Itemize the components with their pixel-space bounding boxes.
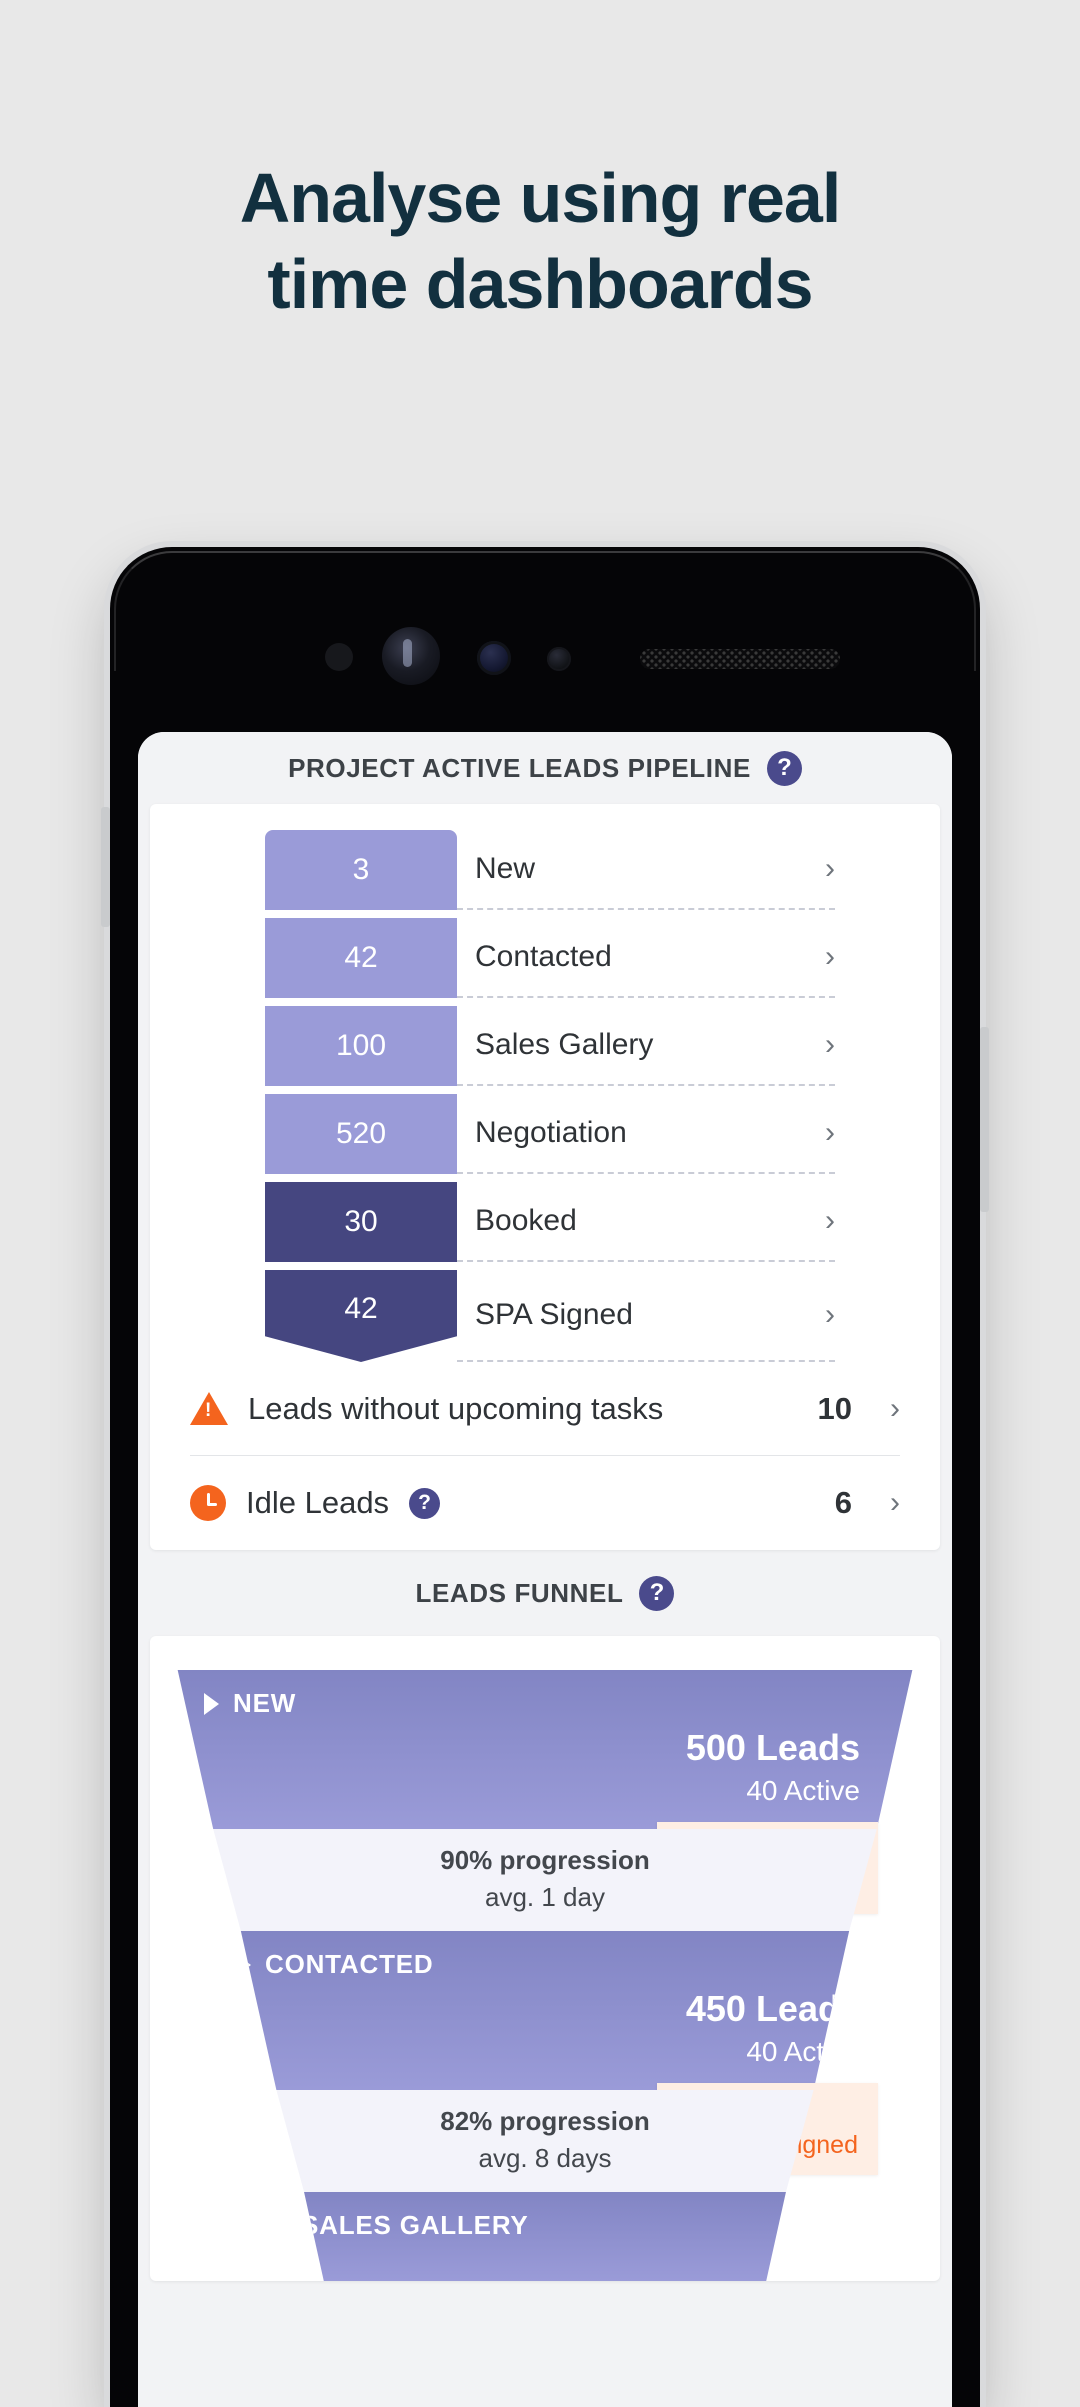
pipeline-row-right: SPA Signed ›	[457, 1270, 835, 1362]
pipeline-bar-count: 100	[265, 1006, 457, 1086]
proximity-sensor-icon	[325, 643, 353, 671]
phone-bezel-highlight	[114, 551, 976, 671]
headline-line-2: time dashboards	[267, 245, 813, 324]
pipeline-row-right: Contacted ›	[457, 918, 835, 998]
pipeline-stage-label: Contacted	[475, 940, 612, 973]
pipeline-row-negotiation[interactable]: 520 Negotiation ›	[150, 1094, 940, 1174]
funnel-stage-name: CONTACTED	[265, 1949, 434, 1979]
alert-value: 6	[834, 1485, 852, 1520]
funnel-stage-body: NEW 500 Leads 40 Active	[177, 1670, 913, 1829]
pipeline-stage-label: SPA Signed	[475, 1298, 633, 1331]
pipeline-row-sales-gallery[interactable]: 100 Sales Gallery ›	[150, 1006, 940, 1086]
earpiece-speaker-icon	[640, 649, 840, 669]
funnel-stage-sales-gallery[interactable]: SALES GALLERY	[150, 2192, 940, 2281]
app-screen: PROJECT ACTIVE LEADS PIPELINE ? 3 New › …	[138, 732, 952, 2407]
alert-label: Idle Leads	[246, 1485, 390, 1520]
pipeline-stage-label: Booked	[475, 1204, 577, 1237]
pipeline-stage-label: Negotiation	[475, 1116, 627, 1149]
pipeline-row-new[interactable]: 3 New ›	[150, 830, 940, 910]
chevron-right-icon[interactable]: ›	[890, 1393, 900, 1424]
help-icon[interactable]: ?	[766, 750, 802, 786]
chevron-right-icon[interactable]: ›	[825, 1206, 835, 1236]
chevron-right-icon[interactable]: ›	[825, 1300, 835, 1330]
funnel-stage-numbers: 450 Leads 40 Active	[241, 1980, 860, 2090]
chevron-right-icon[interactable]: ›	[825, 1118, 835, 1148]
alert-row-idle-leads[interactable]: Idle Leads ? 6 ›	[190, 1456, 900, 1550]
help-icon[interactable]: ?	[639, 1575, 675, 1611]
phone-power-button[interactable]	[980, 1027, 989, 1212]
pipeline-row-right: Booked ›	[457, 1182, 835, 1262]
page-title: Analyse using real time dashboards	[0, 155, 1080, 327]
pipeline-title: PROJECT ACTIVE LEADS PIPELINE	[288, 752, 751, 783]
chevron-right-icon[interactable]: ›	[825, 1030, 835, 1060]
alert-value: 10	[817, 1390, 852, 1426]
alert-row-leads-without-tasks[interactable]: Leads without upcoming tasks 10 ›	[190, 1362, 900, 1456]
pipeline-section-header: PROJECT ACTIVE LEADS PIPELINE ?	[138, 732, 952, 804]
funnel-stage-contacted[interactable]: CONTACTED 450 Leads 40 Active 10 Lost 10…	[150, 1931, 940, 2192]
headline-line-1: Analyse using real	[239, 159, 842, 237]
alert-label: Leads without upcoming tasks	[248, 1390, 664, 1426]
pipeline-bar-count: 30	[265, 1182, 457, 1262]
chevron-right-icon[interactable]: ›	[825, 854, 835, 884]
funnel-stage-leads: 500 Leads	[685, 1727, 860, 1768]
clock-icon	[190, 1485, 226, 1521]
pipeline-card: 3 New › 42 Contacted › 100 Sales Gallery…	[150, 804, 940, 1550]
funnel-avg-time: avg. 1 day	[485, 1882, 605, 1912]
pipeline-row-right: Sales Gallery ›	[457, 1006, 835, 1086]
funnel-stage-body: CONTACTED 450 Leads 40 Active	[240, 1931, 860, 2090]
funnel-stage-name: NEW	[233, 1688, 297, 1718]
pipeline-stage-label: Sales Gallery	[475, 1028, 654, 1061]
pipeline-bar-count: 520	[265, 1094, 457, 1174]
funnel-stage-body: SALES GALLERY	[272, 2192, 786, 2281]
pipeline-row-right: Negotiation ›	[457, 1094, 835, 1174]
pipeline-row-contacted[interactable]: 42 Contacted ›	[150, 918, 940, 998]
chevron-right-icon	[240, 1953, 251, 1976]
chevron-right-icon	[204, 1692, 219, 1715]
funnel-title: LEADS FUNNEL	[415, 1577, 624, 1608]
secondary-camera-icon	[477, 641, 511, 675]
help-icon[interactable]: ?	[409, 1487, 441, 1519]
warning-triangle-icon	[190, 1392, 228, 1425]
funnel-progression: 90% progression	[440, 1845, 650, 1875]
pipeline-row-spa-signed[interactable]: 42 SPA Signed ›	[150, 1270, 940, 1362]
funnel-stage-new[interactable]: NEW 500 Leads 40 Active 10 Lost 100 Reas…	[150, 1670, 940, 1931]
funnel-stage-leads: 450 Leads	[685, 1988, 860, 2029]
funnel-section-header: LEADS FUNNEL ?	[138, 1550, 952, 1636]
funnel-stage-active: 40 Active	[746, 1775, 860, 1806]
chevron-right-icon[interactable]: ›	[890, 1488, 900, 1518]
funnel-card: NEW 500 Leads 40 Active 10 Lost 100 Reas…	[150, 1636, 940, 2281]
funnel-stage-name-row: CONTACTED	[240, 1949, 849, 1980]
pipeline-bar-count: 42	[265, 1270, 457, 1362]
funnel-stage-numbers: 500 Leads 40 Active	[178, 1719, 913, 1829]
funnel-stage-stats: 90% progression avg. 1 day	[213, 1829, 877, 1931]
pipeline-bar-count: 42	[265, 918, 457, 998]
pipeline-row-right: New ›	[457, 830, 835, 910]
chevron-right-icon	[272, 2215, 287, 2237]
pipeline-row-booked[interactable]: 30 Booked ›	[150, 1182, 940, 1262]
phone-volume-button[interactable]	[101, 807, 110, 927]
pipeline-bar-count: 3	[265, 830, 457, 910]
phone-device-frame: PROJECT ACTIVE LEADS PIPELINE ? 3 New › …	[101, 547, 989, 2407]
pipeline-stage-label: New	[475, 852, 536, 885]
funnel-stage-name: SALES GALLERY	[301, 2210, 529, 2240]
funnel-stage-active: 40 Active	[746, 2036, 860, 2067]
chevron-right-icon[interactable]: ›	[825, 942, 835, 972]
front-camera-icon	[382, 627, 440, 685]
funnel-stage-name-row: NEW	[178, 1688, 913, 1719]
ir-sensor-icon	[547, 647, 571, 671]
funnel-stage-name-row: SALES GALLERY	[272, 2210, 786, 2241]
